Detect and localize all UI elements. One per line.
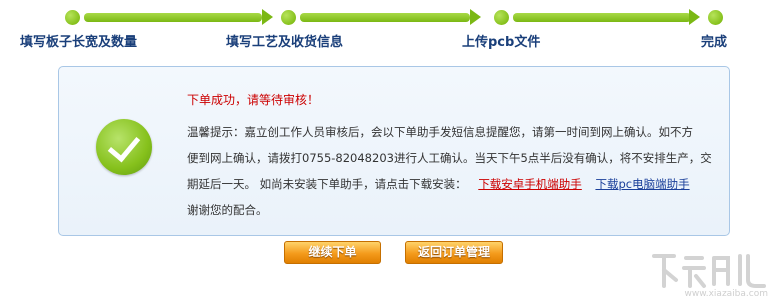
step-2-arrow-icon [470, 9, 481, 25]
check-icon [96, 119, 152, 175]
step-3-arrow-icon [689, 9, 700, 25]
tip-line-4: 谢谢您的配合。 [187, 203, 268, 217]
order-progress-steps: 填写板子长宽及数量 填写工艺及收货信息 上传pcb文件 完成 [0, 0, 773, 52]
watermark-text: www.xiazaiba.com [684, 289, 768, 299]
order-success-panel: 下单成功，请等待审核！ 温馨提示：嘉立创工作人员审核后，会以下单助手发短信息提醒… [58, 66, 730, 236]
step-1-label: 填写板子长宽及数量 [20, 35, 138, 50]
tip-line-1: 温馨提示：嘉立创工作人员审核后，会以下单助手发短信息提醒您，请第一时间到网上确认… [187, 125, 693, 139]
step-1-dot [65, 10, 80, 25]
tip-line-3: 期延后一天。 如尚未安装下单助手，请点击下载安装： 下载安卓手机端助手 下载pc… [187, 171, 722, 197]
step-3-dot [494, 10, 509, 25]
download-android-link[interactable]: 下载安卓手机端助手 [478, 177, 582, 191]
continue-order-button[interactable]: 继续下单 [284, 241, 381, 264]
tip-line-2: 便到网上确认，请拨打0755-82048203进行人工确认。当天下午5点半后没有… [187, 151, 712, 165]
step-4-label: 完成 [701, 35, 728, 50]
tip-line-3-text: 期延后一天。 如尚未安装下单助手，请点击下载安装： [187, 177, 467, 191]
step-3-label: 上传pcb文件 [462, 35, 541, 50]
step-2-label: 填写工艺及收货信息 [226, 35, 344, 50]
tip-message: 温馨提示：嘉立创工作人员审核后，会以下单助手发短信息提醒您，请第一时间到网上确认… [187, 119, 722, 223]
step-2-dot [281, 10, 296, 25]
step-3-bar [513, 13, 691, 22]
step-1-bar [84, 13, 262, 22]
step-4-dot [708, 10, 723, 25]
success-title: 下单成功，请等待审核！ [187, 93, 320, 107]
step-1-arrow-icon [262, 9, 273, 25]
watermark-logo: www.xiazaiba.com [648, 250, 770, 300]
step-2-bar [300, 13, 470, 22]
download-pc-link[interactable]: 下载pc电脑端助手 [595, 177, 689, 191]
back-to-orders-button[interactable]: 返回订单管理 [405, 241, 503, 264]
watermark-logo-icon [652, 254, 766, 288]
